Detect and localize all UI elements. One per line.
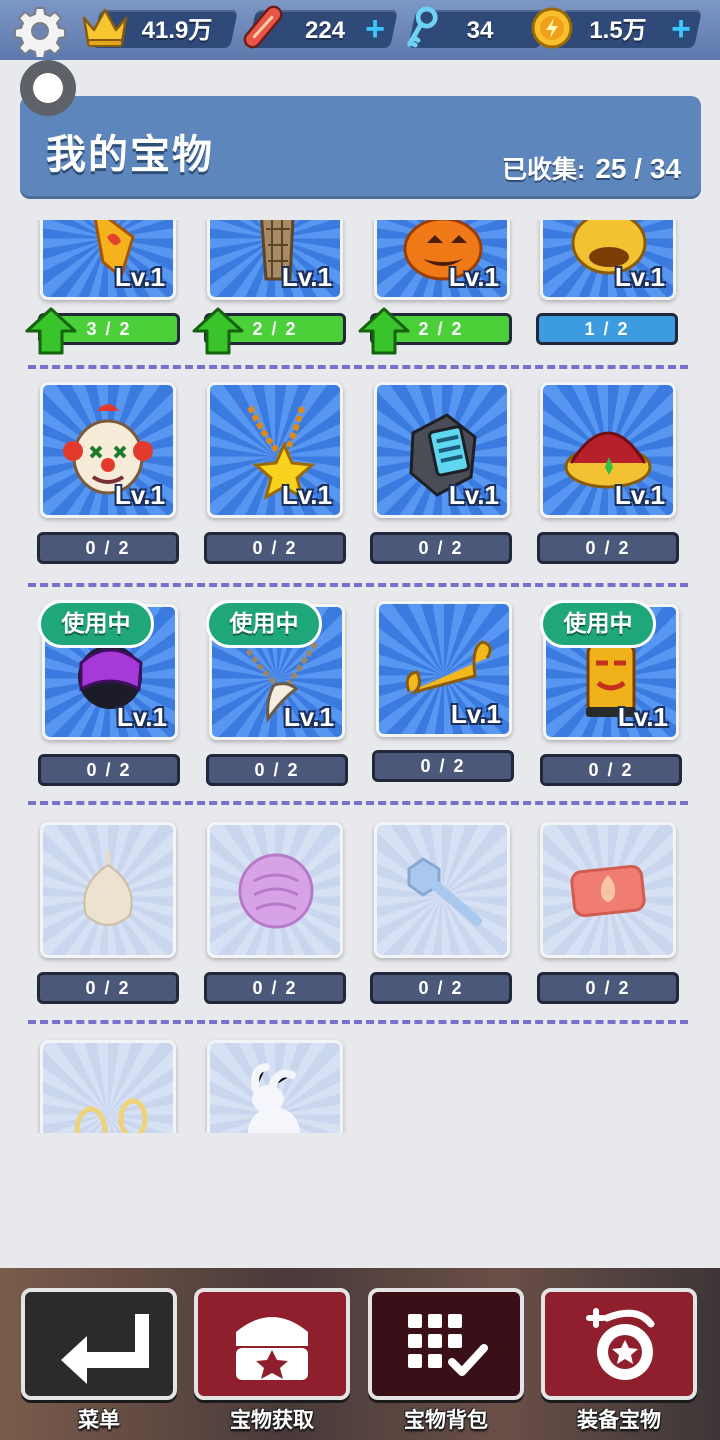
treasure-acquire-button[interactable] [194, 1288, 350, 1400]
treasure-card[interactable]: Lv.1 [40, 382, 176, 518]
level-label: Lv.1 [448, 480, 499, 510]
level-label: Lv.1 [614, 480, 665, 510]
onion-icon [83, 851, 133, 926]
treasure-bag-label: 宝物背包 [404, 1409, 488, 1432]
upgrade-arrow-icon [192, 307, 244, 355]
key-count: 34 [466, 17, 494, 44]
upgrade-arrow-icon [25, 307, 77, 355]
treasure-chest-icon [236, 1317, 308, 1380]
treasure-card[interactable]: Lv.1 [374, 382, 510, 518]
treasure-card-locked[interactable] [207, 822, 343, 958]
row-divider [28, 583, 688, 587]
upgrade-arrow-icon [358, 307, 410, 355]
level-label: Lv.1 [617, 702, 668, 732]
add-board-button[interactable]: + [360, 12, 390, 46]
treasure-bag-button[interactable] [368, 1288, 524, 1400]
gold-rings-icon [74, 1098, 148, 1133]
white-rabbit-icon [248, 1063, 300, 1133]
level-label: Lv.1 [281, 480, 332, 510]
page-title: 我的宝物 [46, 133, 214, 177]
treasure-card-locked[interactable] [374, 822, 510, 958]
progress-bar: 0 / 2 [372, 750, 514, 782]
progress-bar: 0 / 2 [537, 532, 679, 564]
progress-bar: 0 / 2 [540, 754, 682, 786]
treasure-card-locked[interactable] [40, 822, 176, 958]
gear-icon[interactable] [14, 5, 66, 57]
back-button[interactable] [20, 60, 76, 116]
treasure-card[interactable]: Lv.1 [540, 220, 676, 300]
level-label: Lv.1 [450, 699, 501, 729]
progress-bar: 0 / 2 [37, 972, 179, 1004]
crown-count: 41.9万 [141, 17, 213, 44]
brain-flower-icon [238, 853, 314, 929]
in-use-badge: 使用中 [206, 600, 322, 648]
progress-bar: 0 / 2 [206, 754, 348, 786]
treasure-acquire-label: 宝物获取 [230, 1409, 314, 1432]
treasure-card[interactable]: Lv.1 [40, 220, 176, 300]
treasure-card[interactable]: Lv.1 [207, 382, 343, 518]
menu-button[interactable] [21, 1288, 177, 1400]
in-use-badge: 使用中 [540, 600, 656, 648]
treasure-card[interactable]: Lv.1 [376, 601, 512, 737]
page-header: 我的宝物 已收集: 25 / 34 [20, 96, 701, 196]
wrench-icon [407, 857, 482, 926]
treasure-card-locked[interactable] [540, 822, 676, 958]
treasure-card-locked[interactable] [207, 1040, 343, 1133]
level-label: Lv.1 [281, 262, 332, 292]
menu-label: 菜单 [78, 1409, 120, 1432]
equip-treasure-label: 装备宝物 [577, 1409, 661, 1432]
currency-bar: 41.9万 224 + 34 1.5万 + [0, 0, 720, 60]
treasure-card-locked[interactable] [40, 1040, 176, 1133]
level-label: Lv.1 [448, 262, 499, 292]
level-label: Lv.1 [116, 702, 167, 732]
treasure-card[interactable]: Lv.1 [374, 220, 510, 300]
level-label: Lv.1 [114, 262, 165, 292]
collected-label: 已收集: [502, 156, 586, 184]
equip-treasure-button[interactable] [541, 1288, 697, 1400]
level-label: Lv.1 [114, 480, 165, 510]
bottom-nav: 菜单 宝物获取 宝物背包 装备宝物 [0, 1268, 720, 1440]
progress-bar: 0 / 2 [38, 754, 180, 786]
in-use-badge: 使用中 [38, 600, 154, 648]
equip-treasure-icon [586, 1308, 655, 1380]
add-coin-button[interactable]: + [666, 12, 696, 46]
progress-bar: 0 / 2 [370, 972, 512, 1004]
level-label: Lv.1 [614, 262, 665, 292]
board-count: 224 [304, 17, 346, 44]
progress-bar: 0 / 2 [204, 532, 346, 564]
collected-counter: 已收集: 25 / 34 [502, 150, 681, 186]
level-label: Lv.1 [283, 702, 334, 732]
inventory-grid-icon [408, 1314, 488, 1376]
crown-icon [82, 8, 128, 47]
treasure-grid[interactable]: Lv.1 Lv.1 Lv.1 Lv.1 3 / 2 2 / 2 2 / 2 1 … [0, 220, 720, 1133]
row-divider [28, 1020, 688, 1024]
progress-bar: 0 / 2 [537, 972, 679, 1004]
hoverboard-icon [243, 5, 283, 49]
coin-icon [531, 7, 573, 49]
coin-count: 1.5万 [589, 17, 647, 44]
progress-bar: 0 / 2 [37, 532, 179, 564]
progress-bar: 0 / 2 [204, 972, 346, 1004]
treasure-card[interactable]: Lv.1 [207, 220, 343, 300]
return-arrow-icon [61, 1314, 149, 1384]
key-icon [407, 6, 438, 48]
row-divider [28, 801, 688, 805]
collected-value: 25 / 34 [595, 153, 681, 184]
treasure-card[interactable]: Lv.1 [540, 382, 676, 518]
fire-badge-icon [570, 864, 646, 918]
progress-bar: 0 / 2 [370, 532, 512, 564]
progress-bar: 1 / 2 [536, 313, 678, 345]
row-divider [28, 365, 688, 369]
